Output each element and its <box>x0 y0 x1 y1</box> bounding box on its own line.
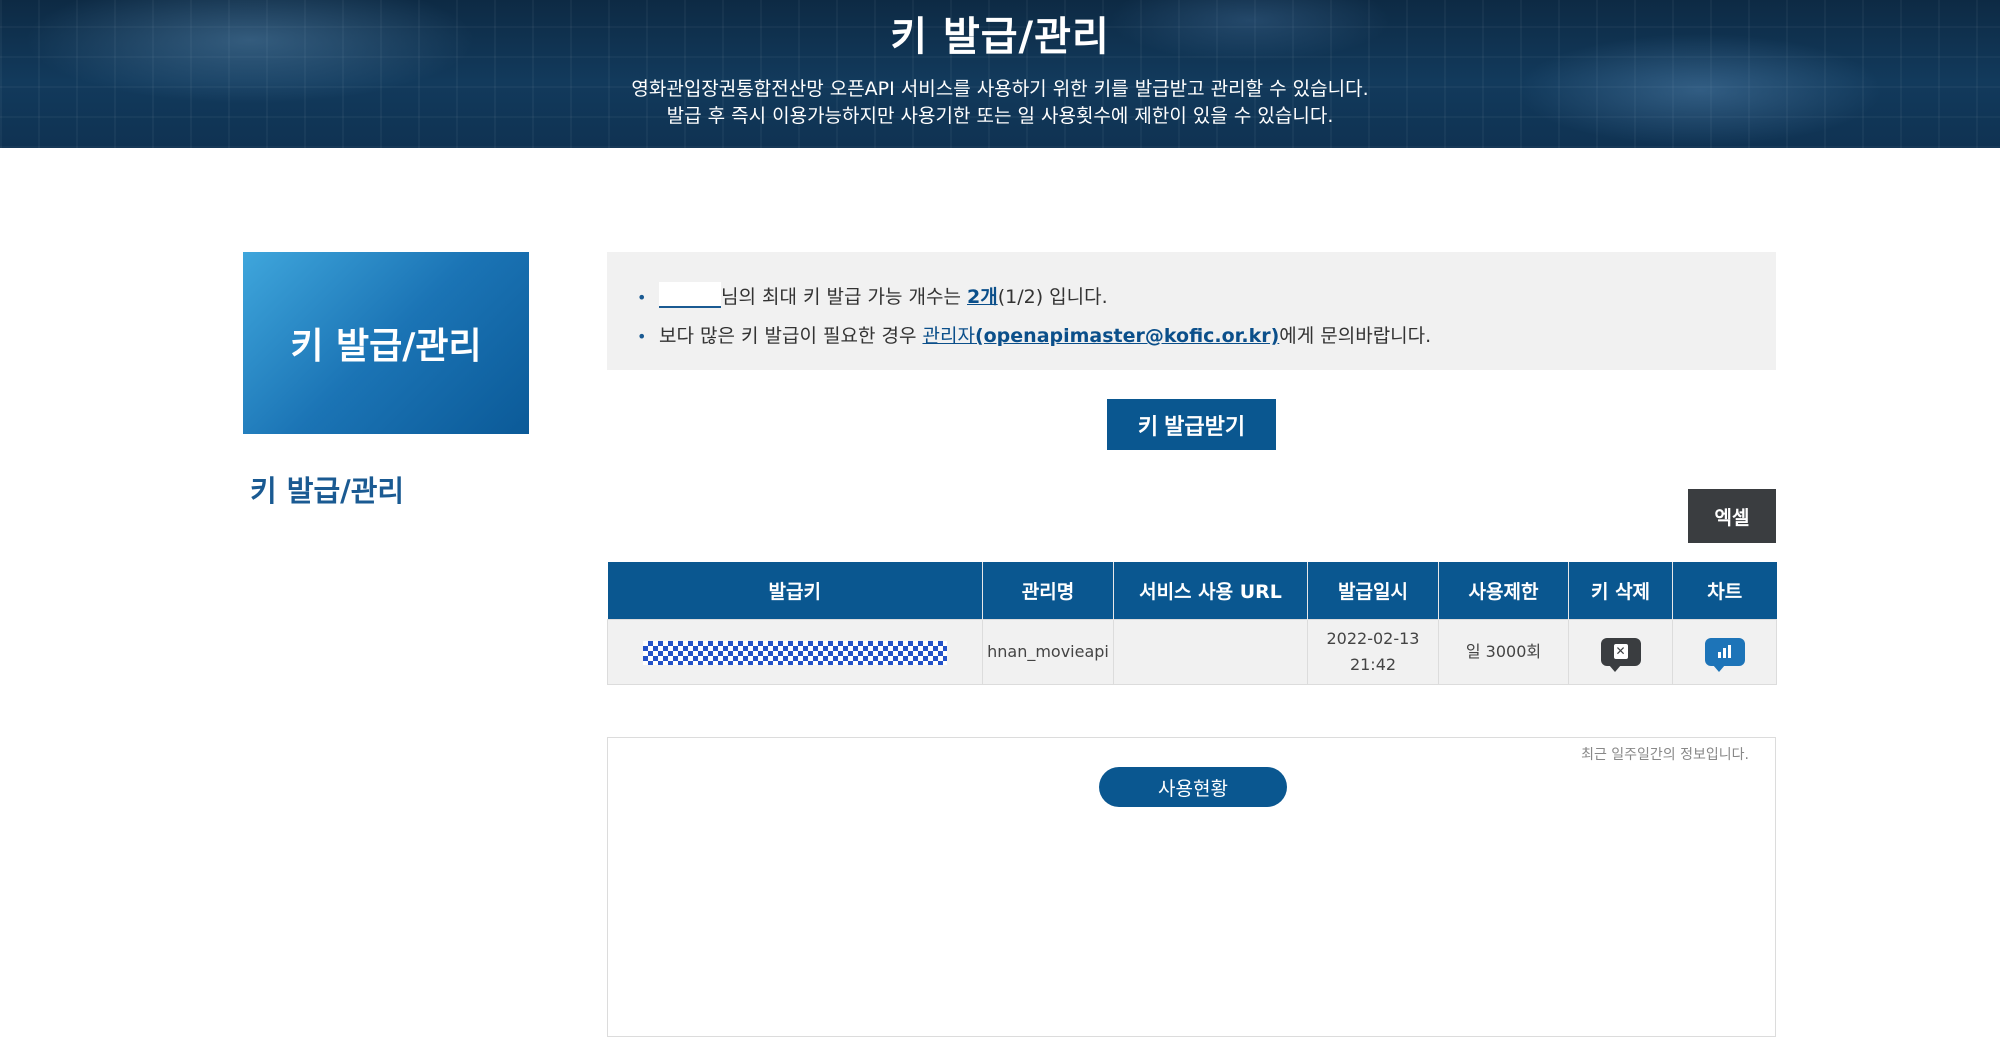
sidebar-title-box: 키 발급/관리 <box>243 252 529 434</box>
usage-status-button[interactable]: 사용현황 <box>1099 767 1287 807</box>
header-usage-limit: 사용제한 <box>1438 562 1569 620</box>
cell-service-url <box>1113 619 1308 685</box>
key-limit-tail: (1/2) 입니다. <box>997 286 1108 308</box>
header-manage-name: 관리명 <box>982 562 1114 620</box>
header-issue-date: 발급일시 <box>1307 562 1439 620</box>
description-line-1: 영화관입장권통합전산망 오픈API 서비스를 사용하기 위한 키를 발급받고 관… <box>631 78 1369 100</box>
header-service-url: 서비스 사용 URL <box>1113 562 1308 620</box>
api-key-masked <box>643 640 947 665</box>
delete-key-icon[interactable]: ✕ <box>1600 638 1641 672</box>
contact-text: 보다 많은 키 발급이 필요한 경우 <box>659 325 923 347</box>
contact-tail: 에게 문의바랍니다. <box>1279 325 1432 347</box>
notice-item-contact: 보다 많은 키 발급이 필요한 경우 관리자(openapimaster@kof… <box>637 317 1776 356</box>
cell-chart <box>1672 619 1777 685</box>
notice-box: 님의 최대 키 발급 가능 개수는 2개(1/2) 입니다. 보다 많은 키 발… <box>607 252 1776 370</box>
header-delete-key: 키 삭제 <box>1568 562 1673 620</box>
cell-issue-date: 2022-02-13 21:42 <box>1307 619 1439 685</box>
page-title: 키 발급/관리 <box>890 14 1110 60</box>
notice-list: 님의 최대 키 발급 가능 개수는 2개(1/2) 입니다. 보다 많은 키 발… <box>637 278 1776 356</box>
table-header-row: 발급키 관리명 서비스 사용 URL 발급일시 사용제한 키 삭제 차트 <box>607 562 1777 620</box>
header-issued-key: 발급키 <box>607 562 983 620</box>
cell-delete-key: ✕ <box>1568 619 1673 685</box>
bar-chart-icon[interactable] <box>1704 638 1745 672</box>
key-limit-text: 님의 최대 키 발급 가능 개수는 <box>721 286 967 308</box>
cell-manage-name: hnan_movieapi <box>982 619 1114 685</box>
description-line-2: 발급 후 즉시 이용가능하지만 사용기한 또는 일 사용횟수에 제한이 있을 수… <box>666 105 1334 127</box>
excel-export-button[interactable]: 엑셀 <box>1688 489 1776 543</box>
usage-panel: 최근 일주일간의 정보입니다. 사용현황 <box>607 737 1776 1037</box>
header-chart: 차트 <box>1672 562 1777 620</box>
issue-date: 2022-02-13 <box>1326 629 1420 648</box>
issue-time: 21:42 <box>1349 655 1397 674</box>
sidebar-item-key-management[interactable]: 키 발급/관리 <box>250 468 404 510</box>
user-name-masked <box>659 282 721 308</box>
key-count-link[interactable]: 2개 <box>967 286 998 308</box>
key-table: 발급키 관리명 서비스 사용 URL 발급일시 사용제한 키 삭제 차트 hna… <box>607 562 1777 685</box>
notice-item-key-limit: 님의 최대 키 발급 가능 개수는 2개(1/2) 입니다. <box>637 278 1776 317</box>
cell-issued-key <box>607 619 983 685</box>
admin-link[interactable]: 관리자 <box>922 325 974 347</box>
page-description: 영화관입장권통합전산망 오픈API 서비스를 사용하기 위한 키를 발급받고 관… <box>0 76 2000 130</box>
cell-usage-limit: 일 3000회 <box>1438 619 1569 685</box>
table-row: hnan_movieapi 2022-02-13 21:42 일 3000회 ✕ <box>607 619 1777 685</box>
issue-key-button[interactable]: 키 발급받기 <box>1107 399 1276 450</box>
admin-email-link[interactable]: (openapimaster@kofic.or.kr) <box>975 325 1279 347</box>
usage-period-note: 최근 일주일간의 정보입니다. <box>1581 747 1749 763</box>
page-header-banner: 키 발급/관리 영화관입장권통합전산망 오픈API 서비스를 사용하기 위한 키… <box>0 0 2000 148</box>
